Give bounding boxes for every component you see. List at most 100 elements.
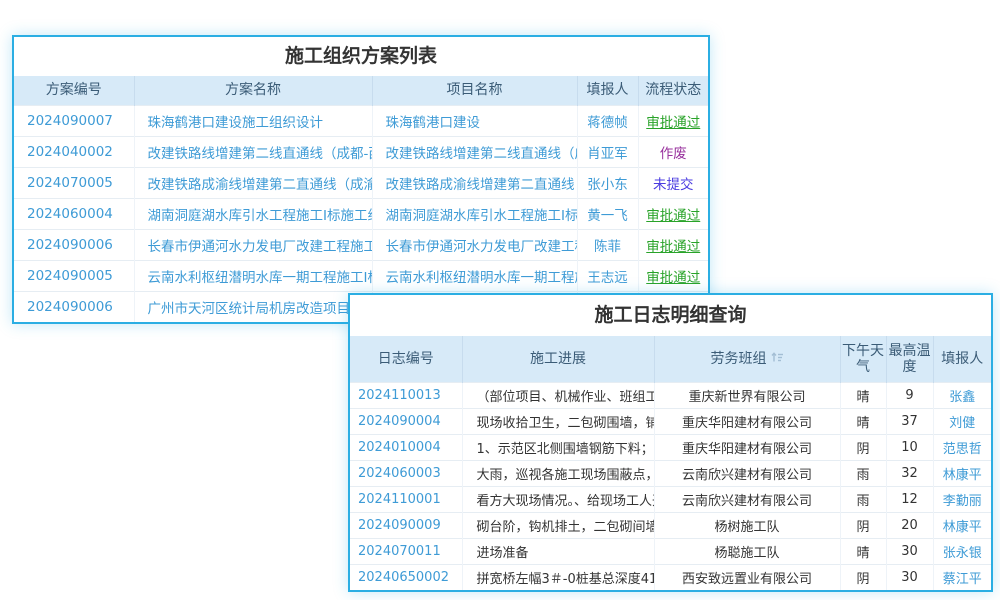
max-temp-cell: 10 <box>886 434 933 460</box>
col-header-project-name: 项目名称 <box>372 76 577 105</box>
log-table-row: 20240650002 拼宽桥左幅3＃-0桩基总深度41.275.今日进... … <box>350 564 991 590</box>
log-no-link[interactable]: 2024110013 <box>350 382 462 408</box>
team-cell: 西安致远置业有限公司 <box>654 564 840 590</box>
max-temp-cell: 37 <box>886 408 933 434</box>
plan-list-panel: 施工组织方案列表 方案编号 方案名称 项目名称 填报人 流程状态 2024090… <box>12 35 710 324</box>
log-no-link[interactable]: 2024090009 <box>350 512 462 538</box>
log-table-row: 2024090009 砌台阶，钩机排土，二包砌间墙，晚间加... 杨树施工队 阴… <box>350 512 991 538</box>
plan-no-link[interactable]: 2024060004 <box>14 198 134 229</box>
col-header-plan-name: 方案名称 <box>134 76 372 105</box>
plan-no-link[interactable]: 2024090006 <box>14 291 134 322</box>
plan-no-link[interactable]: 2024090005 <box>14 260 134 291</box>
log-table-row: 2024110001 看方大现场情况。、给现场工人开会，整... 云南欣兴建材有… <box>350 486 991 512</box>
weather-cell: 雨 <box>840 486 886 512</box>
col-header-team: 劳务班组 <box>654 336 840 382</box>
log-table-row: 2024090004 现场收拾卫生，二包砌围墙，铺烧结砖，... 重庆华阳建材有… <box>350 408 991 434</box>
plan-table-header-row: 方案编号 方案名称 项目名称 填报人 流程状态 <box>14 76 708 105</box>
team-cell: 杨聪施工队 <box>654 538 840 564</box>
log-table-row: 2024010004 1、示范区北侧围墙钢筋下料；2、围墙地... 重庆华阳建材… <box>350 434 991 460</box>
log-table-title: 施工日志明细查询 <box>350 295 991 336</box>
log-reporter-link[interactable]: 刘健 <box>933 408 991 434</box>
plan-table-title: 施工组织方案列表 <box>14 37 708 76</box>
plan-name-link[interactable]: 云南水利枢纽潜明水库一期工程施工I标施工组... <box>134 260 372 291</box>
col-header-max-temp: 最高温度 <box>886 336 933 382</box>
plan-no-link[interactable]: 2024070005 <box>14 167 134 198</box>
plan-name-link[interactable]: 改建铁路成渝线增建第二直通线（成渝枢纽）... <box>134 167 372 198</box>
log-no-link[interactable]: 2024090004 <box>350 408 462 434</box>
plan-status-link[interactable]: 未提交 <box>638 167 708 198</box>
progress-cell: 进场准备 <box>462 538 654 564</box>
weather-cell: 阴 <box>840 434 886 460</box>
plan-table-row: 2024040002 改建铁路线增建第二线直通线（成都-西安）... 改建铁路线… <box>14 136 708 167</box>
plan-table-row: 2024070005 改建铁路成渝线增建第二直通线（成渝枢纽）... 改建铁路成… <box>14 167 708 198</box>
weather-cell: 阴 <box>840 564 886 590</box>
plan-status-link[interactable]: 审批通过 <box>638 105 708 136</box>
max-temp-cell: 30 <box>886 564 933 590</box>
log-no-link[interactable]: 2024010004 <box>350 434 462 460</box>
plan-name-link[interactable]: 湖南洞庭湖水库引水工程施工I标施工组织设计 <box>134 198 372 229</box>
col-header-status: 流程状态 <box>638 76 708 105</box>
plan-reporter-cell: 肖亚军 <box>577 136 638 167</box>
log-reporter-link[interactable]: 范思哲 <box>933 434 991 460</box>
log-table-row: 2024110013 （部位项目、机械作业、班组工作、生产... 重庆新世界有限… <box>350 382 991 408</box>
plan-status-link[interactable]: 审批通过 <box>638 229 708 260</box>
plan-no-link[interactable]: 2024040002 <box>14 136 134 167</box>
progress-cell: 现场收拾卫生，二包砌围墙，铺烧结砖，... <box>462 408 654 434</box>
log-table-row: 2024070011 进场准备 杨聪施工队 晴 30 张永银 <box>350 538 991 564</box>
plan-name-link[interactable]: 广州市天河区统计局机房改造项目施工组织设计 <box>134 291 372 322</box>
log-no-link[interactable]: 2024060003 <box>350 460 462 486</box>
project-name-link[interactable]: 珠海鹤港口建设 <box>372 105 577 136</box>
project-name-link[interactable]: 湖南洞庭湖水库引水工程施工I标 <box>372 198 577 229</box>
plan-no-link[interactable]: 2024090006 <box>14 229 134 260</box>
max-temp-cell: 12 <box>886 486 933 512</box>
log-reporter-link[interactable]: 林康平 <box>933 460 991 486</box>
log-table-header-row: 日志编号 施工进展 劳务班组 下午天气 最高温度 填报人 <box>350 336 991 382</box>
plan-table-row: 2024090005 云南水利枢纽潜明水库一期工程施工I标施工组... 云南水利… <box>14 260 708 291</box>
col-header-log-no: 日志编号 <box>350 336 462 382</box>
log-no-link[interactable]: 20240650002 <box>350 564 462 590</box>
plan-name-link[interactable]: 珠海鹤港口建设施工组织设计 <box>134 105 372 136</box>
team-cell: 云南欣兴建材有限公司 <box>654 460 840 486</box>
log-reporter-link[interactable]: 蔡江平 <box>933 564 991 590</box>
plan-no-link[interactable]: 2024090007 <box>14 105 134 136</box>
plan-reporter-cell: 张小东 <box>577 167 638 198</box>
weather-cell: 晴 <box>840 408 886 434</box>
project-name-link[interactable]: 改建铁路线增建第二线直通线（成都-西安... <box>372 136 577 167</box>
plan-reporter-cell: 陈菲 <box>577 229 638 260</box>
log-no-link[interactable]: 2024070011 <box>350 538 462 564</box>
plan-name-link[interactable]: 长春市伊通河水力发电厂改建工程施工组织设计 <box>134 229 372 260</box>
col-header-plan-no: 方案编号 <box>14 76 134 105</box>
log-table: 日志编号 施工进展 劳务班组 下午天气 最高温度 填报人 2024110013 … <box>350 336 991 590</box>
project-name-link[interactable]: 改建铁路成渝线增建第二直通线（成渝枢... <box>372 167 577 198</box>
weather-cell: 阴 <box>840 512 886 538</box>
plan-table: 方案编号 方案名称 项目名称 填报人 流程状态 2024090007 珠海鹤港口… <box>14 76 708 322</box>
col-header-log-reporter: 填报人 <box>933 336 991 382</box>
team-cell: 重庆新世界有限公司 <box>654 382 840 408</box>
plan-table-row: 2024090006 长春市伊通河水力发电厂改建工程施工组织设计 长春市伊通河水… <box>14 229 708 260</box>
weather-cell: 晴 <box>840 382 886 408</box>
plan-status-link[interactable]: 审批通过 <box>638 260 708 291</box>
weather-cell: 雨 <box>840 460 886 486</box>
plan-reporter-cell: 蒋德帧 <box>577 105 638 136</box>
col-header-progress: 施工进展 <box>462 336 654 382</box>
team-cell: 云南欣兴建材有限公司 <box>654 486 840 512</box>
project-name-link[interactable]: 长春市伊通河水力发电厂改建工程 <box>372 229 577 260</box>
project-name-link[interactable]: 云南水利枢纽潜明水库一期工程施工I标 <box>372 260 577 291</box>
plan-reporter-cell: 黄一飞 <box>577 198 638 229</box>
plan-table-row: 2024060004 湖南洞庭湖水库引水工程施工I标施工组织设计 湖南洞庭湖水库… <box>14 198 708 229</box>
progress-cell: （部位项目、机械作业、班组工作、生产... <box>462 382 654 408</box>
log-reporter-link[interactable]: 张永银 <box>933 538 991 564</box>
sort-icon[interactable] <box>771 351 784 364</box>
max-temp-cell: 9 <box>886 382 933 408</box>
plan-status-link[interactable]: 审批通过 <box>638 198 708 229</box>
max-temp-cell: 20 <box>886 512 933 538</box>
max-temp-cell: 32 <box>886 460 933 486</box>
plan-status-link[interactable]: 作废 <box>638 136 708 167</box>
log-reporter-link[interactable]: 张鑫 <box>933 382 991 408</box>
log-no-link[interactable]: 2024110001 <box>350 486 462 512</box>
team-cell: 杨树施工队 <box>654 512 840 538</box>
log-reporter-link[interactable]: 李勤丽 <box>933 486 991 512</box>
plan-name-link[interactable]: 改建铁路线增建第二线直通线（成都-西安）... <box>134 136 372 167</box>
team-cell: 重庆华阳建材有限公司 <box>654 408 840 434</box>
log-reporter-link[interactable]: 林康平 <box>933 512 991 538</box>
